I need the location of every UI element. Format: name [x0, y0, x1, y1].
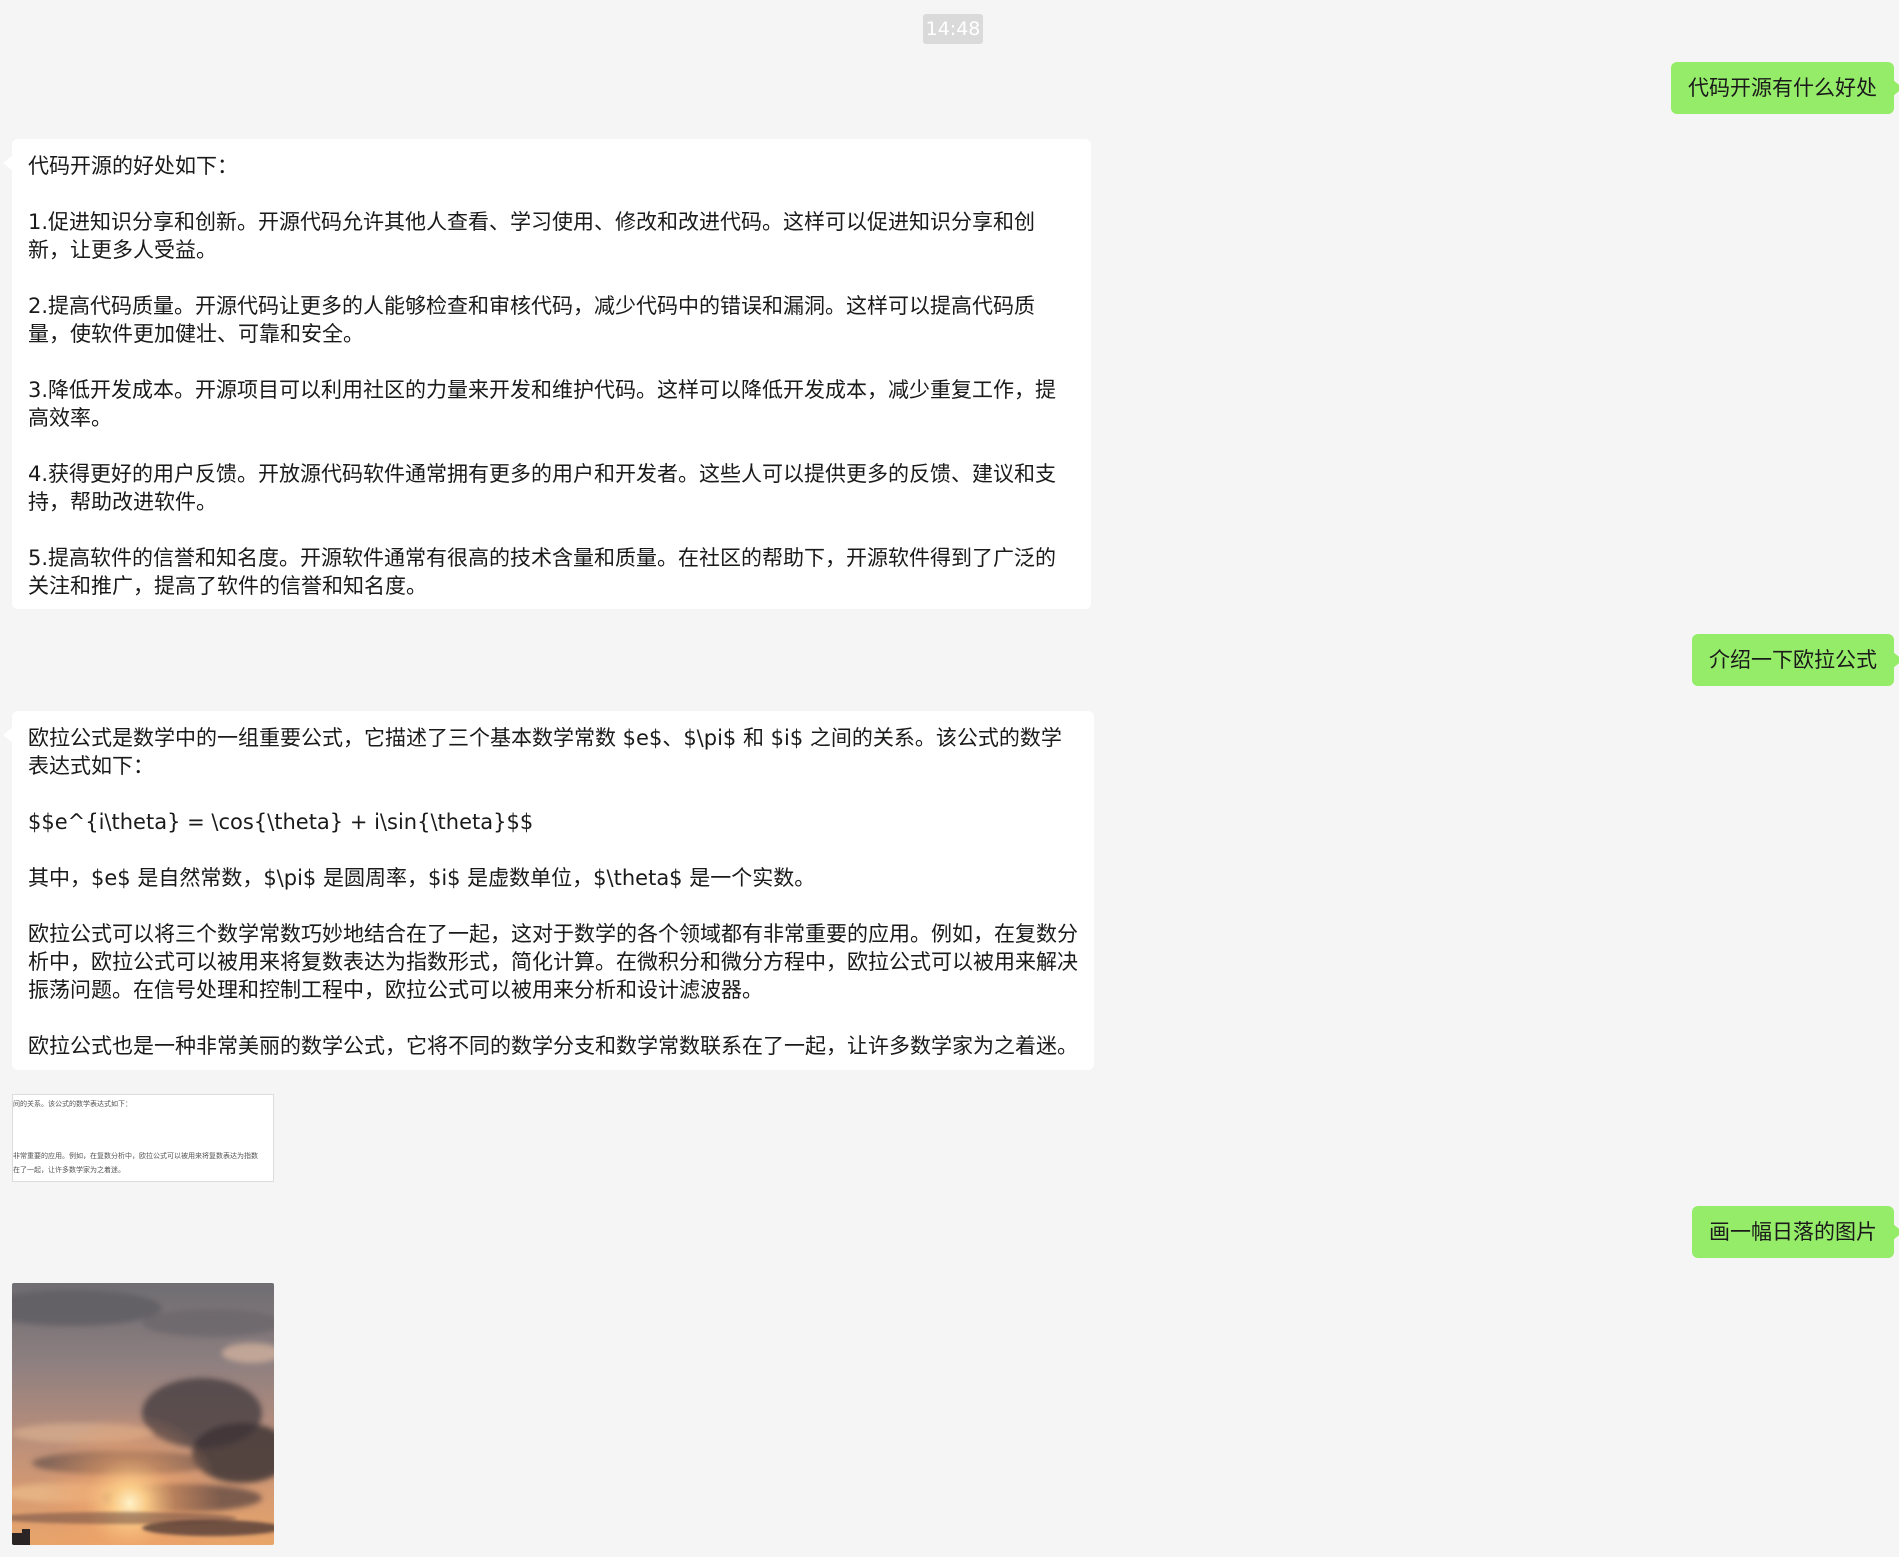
document-thumbnail-image[interactable]: 间的关系。该公式的数学表达式如下： 非常重要的应用。例如，在复数分析中，欧拉公式…	[12, 1094, 274, 1182]
user-message-bubble[interactable]: 代码开源有什么好处	[1671, 62, 1899, 114]
message-paragraph: 其中，$e$ 是自然常数，$\pi$ 是圆周率，$i$ 是虚数单位，$\thet…	[28, 866, 816, 890]
sunset-picture	[12, 1283, 274, 1545]
message-paragraph: 2.提高代码质量。开源代码让更多的人能够检查和审核代码，减少代码中的错误和漏洞。…	[28, 294, 1036, 346]
formula-text: $$e^{i\theta} = \cos{\theta} + i\sin{\th…	[28, 810, 534, 834]
assistant-message-bubble[interactable]: 欧拉公式是数学中的一组重要公式，它描述了三个基本数学常数 $e$、$\pi$ 和…	[3, 711, 1094, 1070]
thumbnail-text-line: 非常重要的应用。例如，在复数分析中，欧拉公式可以被用来将复数表达为指数	[13, 1152, 258, 1160]
timestamp: 14:48	[923, 14, 983, 44]
message-paragraph: 3.降低开发成本。开源项目可以利用社区的力量来开发和维护代码。这样可以降低开发成…	[28, 378, 1057, 430]
thumbnail-text-line: 间的关系。该公式的数学表达式如下：	[13, 1100, 132, 1108]
message-paragraph: 欧拉公式可以将三个数学常数巧妙地结合在了一起，这对于数学的各个领域都有非常重要的…	[28, 922, 1078, 1002]
thumbnail-text-line: 在了一起，让许多数学家为之着迷。	[13, 1166, 125, 1174]
assistant-message-bubble[interactable]: 代码开源的好处如下： 1.促进知识分享和创新。开源代码允许其他人查看、学习使用、…	[3, 139, 1091, 609]
user-message-bubble[interactable]: 介绍一下欧拉公式	[1692, 634, 1899, 686]
message-paragraph: 代码开源的好处如下：	[28, 154, 238, 178]
message-paragraph: 4.获得更好的用户反馈。开放源代码软件通常拥有更多的用户和开发者。这些人可以提供…	[28, 462, 1057, 514]
message-paragraph: 欧拉公式是数学中的一组重要公式，它描述了三个基本数学常数 $e$、$\pi$ 和…	[28, 726, 1062, 778]
message-paragraph: 欧拉公式也是一种非常美丽的数学公式，它将不同的数学分支和数学常数联系在了一起，让…	[28, 1034, 1078, 1058]
sunset-image[interactable]	[12, 1283, 274, 1545]
message-paragraph: 1.促进知识分享和创新。开源代码允许其他人查看、学习使用、修改和改进代码。这样可…	[28, 210, 1036, 262]
message-paragraph: 5.提高软件的信誉和知名度。开源软件通常有很高的技术含量和质量。在社区的帮助下，…	[28, 546, 1057, 598]
user-message-bubble[interactable]: 画一幅日落的图片	[1692, 1206, 1899, 1258]
